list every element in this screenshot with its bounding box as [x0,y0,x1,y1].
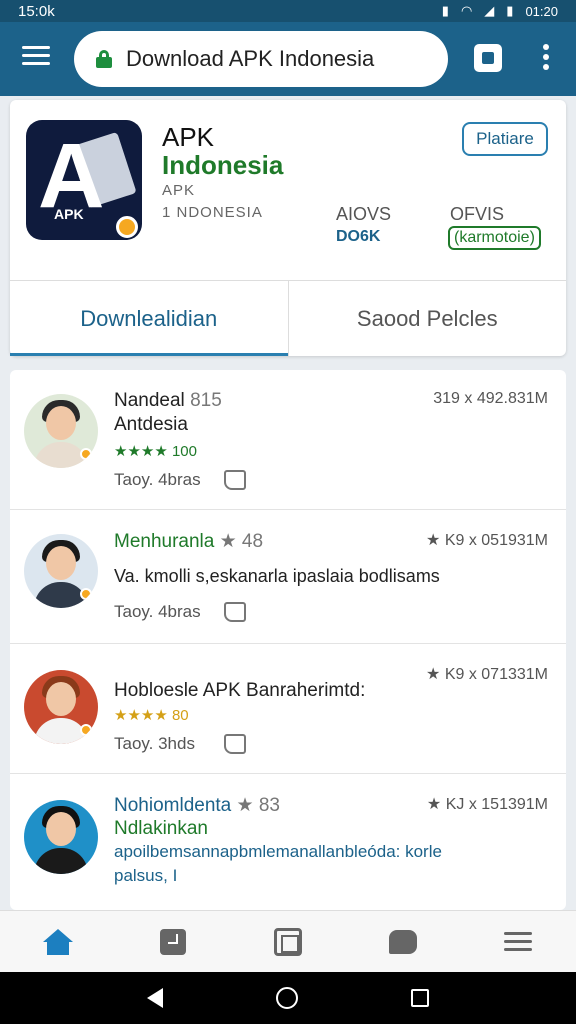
tab-saved[interactable]: Saood Pelcles [287,281,567,356]
vibrate-icon: ▮ [441,3,449,18]
item-stat: ★ K9 x 051931M [426,532,548,549]
like-icon[interactable] [224,602,246,622]
url-bar[interactable]: Download APK Indonesia [74,31,448,87]
avatar [24,800,98,874]
item-name: Menhuranla [114,531,215,552]
list-item[interactable]: Menhuranla ★ 48 ★ K9 x 051931M Va. kmoll… [10,510,566,644]
app-title-line1: APK [162,122,215,152]
grid-icon [274,927,302,956]
lock-icon [96,50,112,68]
recents-icon[interactable] [411,989,430,1007]
status-time-right: 01:20 [525,3,558,19]
item-name-row: Nohiomldenta ★ 83 [114,794,280,817]
app-subtitle-line1: APK [162,182,196,199]
item-name-row: Nandeal 815 [114,390,222,412]
app-title-line2: Indonesia [162,150,284,180]
system-nav-bar [0,972,576,1024]
meta-b-label: OFVIS [450,204,505,224]
nav-home[interactable] [0,911,115,972]
item-time: Taoy. 4bras [114,470,201,489]
app-tabs: Downlealidian Saood Pelcles [10,280,566,356]
list-item[interactable]: Nandeal 815 Antdesia 319 x 492.831M ★★★★… [10,370,566,510]
meta-a-label: AIOVS [336,204,392,224]
browser-toolbar: Download APK Indonesia [0,22,576,96]
item-name-suffix: ★ 83 [236,795,280,816]
app-info-card: A APK APK Indonesia APK 1 NDONESIA Plati… [10,100,566,356]
nav-grid[interactable] [230,911,345,972]
status-icons: ▮ ◠ ◢ ▮ 01:20 [442,3,558,19]
item-name: Nandeal [114,390,185,411]
tab-download[interactable]: Downlealidian [10,281,288,356]
item-name-line2: Antdesia [114,414,188,435]
list-item[interactable]: ★ K9 x 071331M Hobloesle APK Banraherimt… [10,644,566,774]
back-icon[interactable] [146,988,163,1008]
menu-icon[interactable] [22,46,50,70]
tab-switch-icon[interactable] [474,44,502,72]
item-text: Va. kmolli s,eskanarla ipaslaia bodlisam… [114,566,440,586]
item-text-line2: palsus, I [114,866,178,885]
url-text: Download APK Indonesia [126,46,375,71]
signal-icon: ◢ [484,3,495,18]
item-name-suffix: 815 [190,390,222,411]
app-logo: A APK [26,120,142,240]
status-bar: 15:0k ▮ ◠ ◢ ▮ 01:20 [0,0,576,22]
battery-icon: ▮ [506,3,514,18]
wifi-icon: ◠ [460,3,473,18]
avatar [24,670,98,744]
item-rating: ★★★★ 80 [114,707,189,724]
item-name: Nohiomldenta [114,795,232,816]
nav-chat[interactable] [346,911,461,972]
calendar-icon [159,928,186,955]
meta-b-value[interactable]: (karmotoie) [448,226,541,250]
avatar [24,534,98,608]
like-icon[interactable] [224,470,246,490]
item-rating: ★★★★ 100 [114,443,197,460]
item-text-line1: apoilbemsannapbmlemanallanbleóda: korle [114,842,442,861]
nav-menu[interactable] [461,911,576,972]
item-stat: ★ KJ x 151391M [426,796,548,813]
platform-button[interactable]: Platiare [462,122,548,156]
meta-a-value: DO6K [336,228,381,245]
item-name: Hobloesle APK Banraherimtd: [114,680,366,701]
home-icon [42,928,73,955]
list-item[interactable]: Nohiomldenta ★ 83 ★ KJ x 151391M Ndlakin… [10,774,566,910]
item-name-row: Menhuranla ★ 48 [114,530,263,553]
avatar [24,394,98,468]
home-circle-icon[interactable] [275,987,298,1009]
item-stat: 319 x 492.831M [433,390,548,407]
app-subtitle-line2: 1 NDONESIA [162,204,263,221]
status-time-left: 15:0k [18,2,55,20]
like-icon[interactable] [224,734,246,754]
item-time: Taoy. 4bras [114,602,201,621]
nav-calendar[interactable] [115,911,230,972]
item-time: Taoy. 3hds [114,734,195,753]
bottom-nav [0,910,576,972]
item-name-line2: Ndlakinkan [114,818,208,839]
hamburger-icon [504,927,533,956]
more-vert-icon[interactable] [540,44,552,74]
review-list: Nandeal 815 Antdesia 319 x 492.831M ★★★★… [10,370,566,910]
item-stat: ★ K9 x 071331M [426,666,548,683]
chat-icon [389,929,418,954]
item-name-suffix: ★ 48 [219,531,264,552]
